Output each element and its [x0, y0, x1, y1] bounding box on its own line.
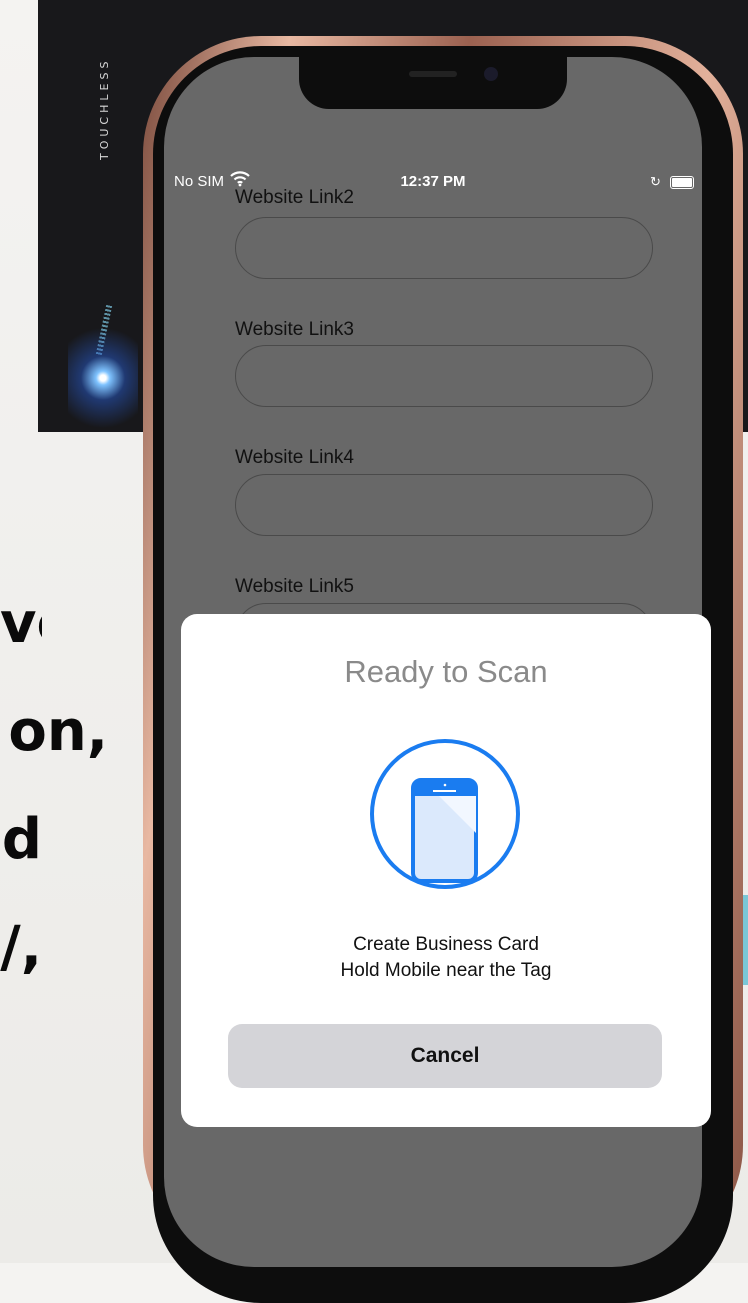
heading-line: ve: [0, 591, 42, 656]
heading-line: /,: [0, 915, 42, 980]
website-link3-label: Website Link3: [235, 319, 354, 340]
scan-message: Create Business Card Hold Mobile near th…: [181, 932, 711, 984]
website-link3-input[interactable]: [235, 345, 653, 407]
scan-message-line2: Hold Mobile near the Tag: [340, 960, 552, 981]
cancel-button[interactable]: Cancel: [228, 1024, 662, 1088]
brand-text: TOUCHLESS: [98, 57, 111, 160]
website-link2-input[interactable]: [235, 217, 653, 279]
website-link4-label: Website Link4: [235, 447, 354, 468]
website-link4-input[interactable]: [235, 474, 653, 536]
website-link2-label: Website Link2: [235, 187, 354, 208]
heading-line: on,: [8, 699, 108, 764]
light-flare: [68, 300, 138, 430]
heading-line: d: [1, 807, 42, 872]
nfc-scan-sheet: Ready to Scan Create Business Card Hold …: [181, 614, 711, 1127]
phone-scan-icon: [369, 738, 521, 890]
website-link5-label: Website Link5: [235, 576, 354, 597]
scan-message-line1: Create Business Card: [353, 934, 539, 955]
sheet-title: Ready to Scan: [344, 654, 548, 689]
front-camera: [484, 67, 498, 81]
battery-icon: [670, 176, 694, 189]
phone-notch: [299, 57, 567, 109]
speaker-grille: [409, 71, 457, 77]
rotation-lock-icon: ↻: [650, 174, 661, 189]
background-heading: ve on, d /,: [0, 570, 160, 1002]
